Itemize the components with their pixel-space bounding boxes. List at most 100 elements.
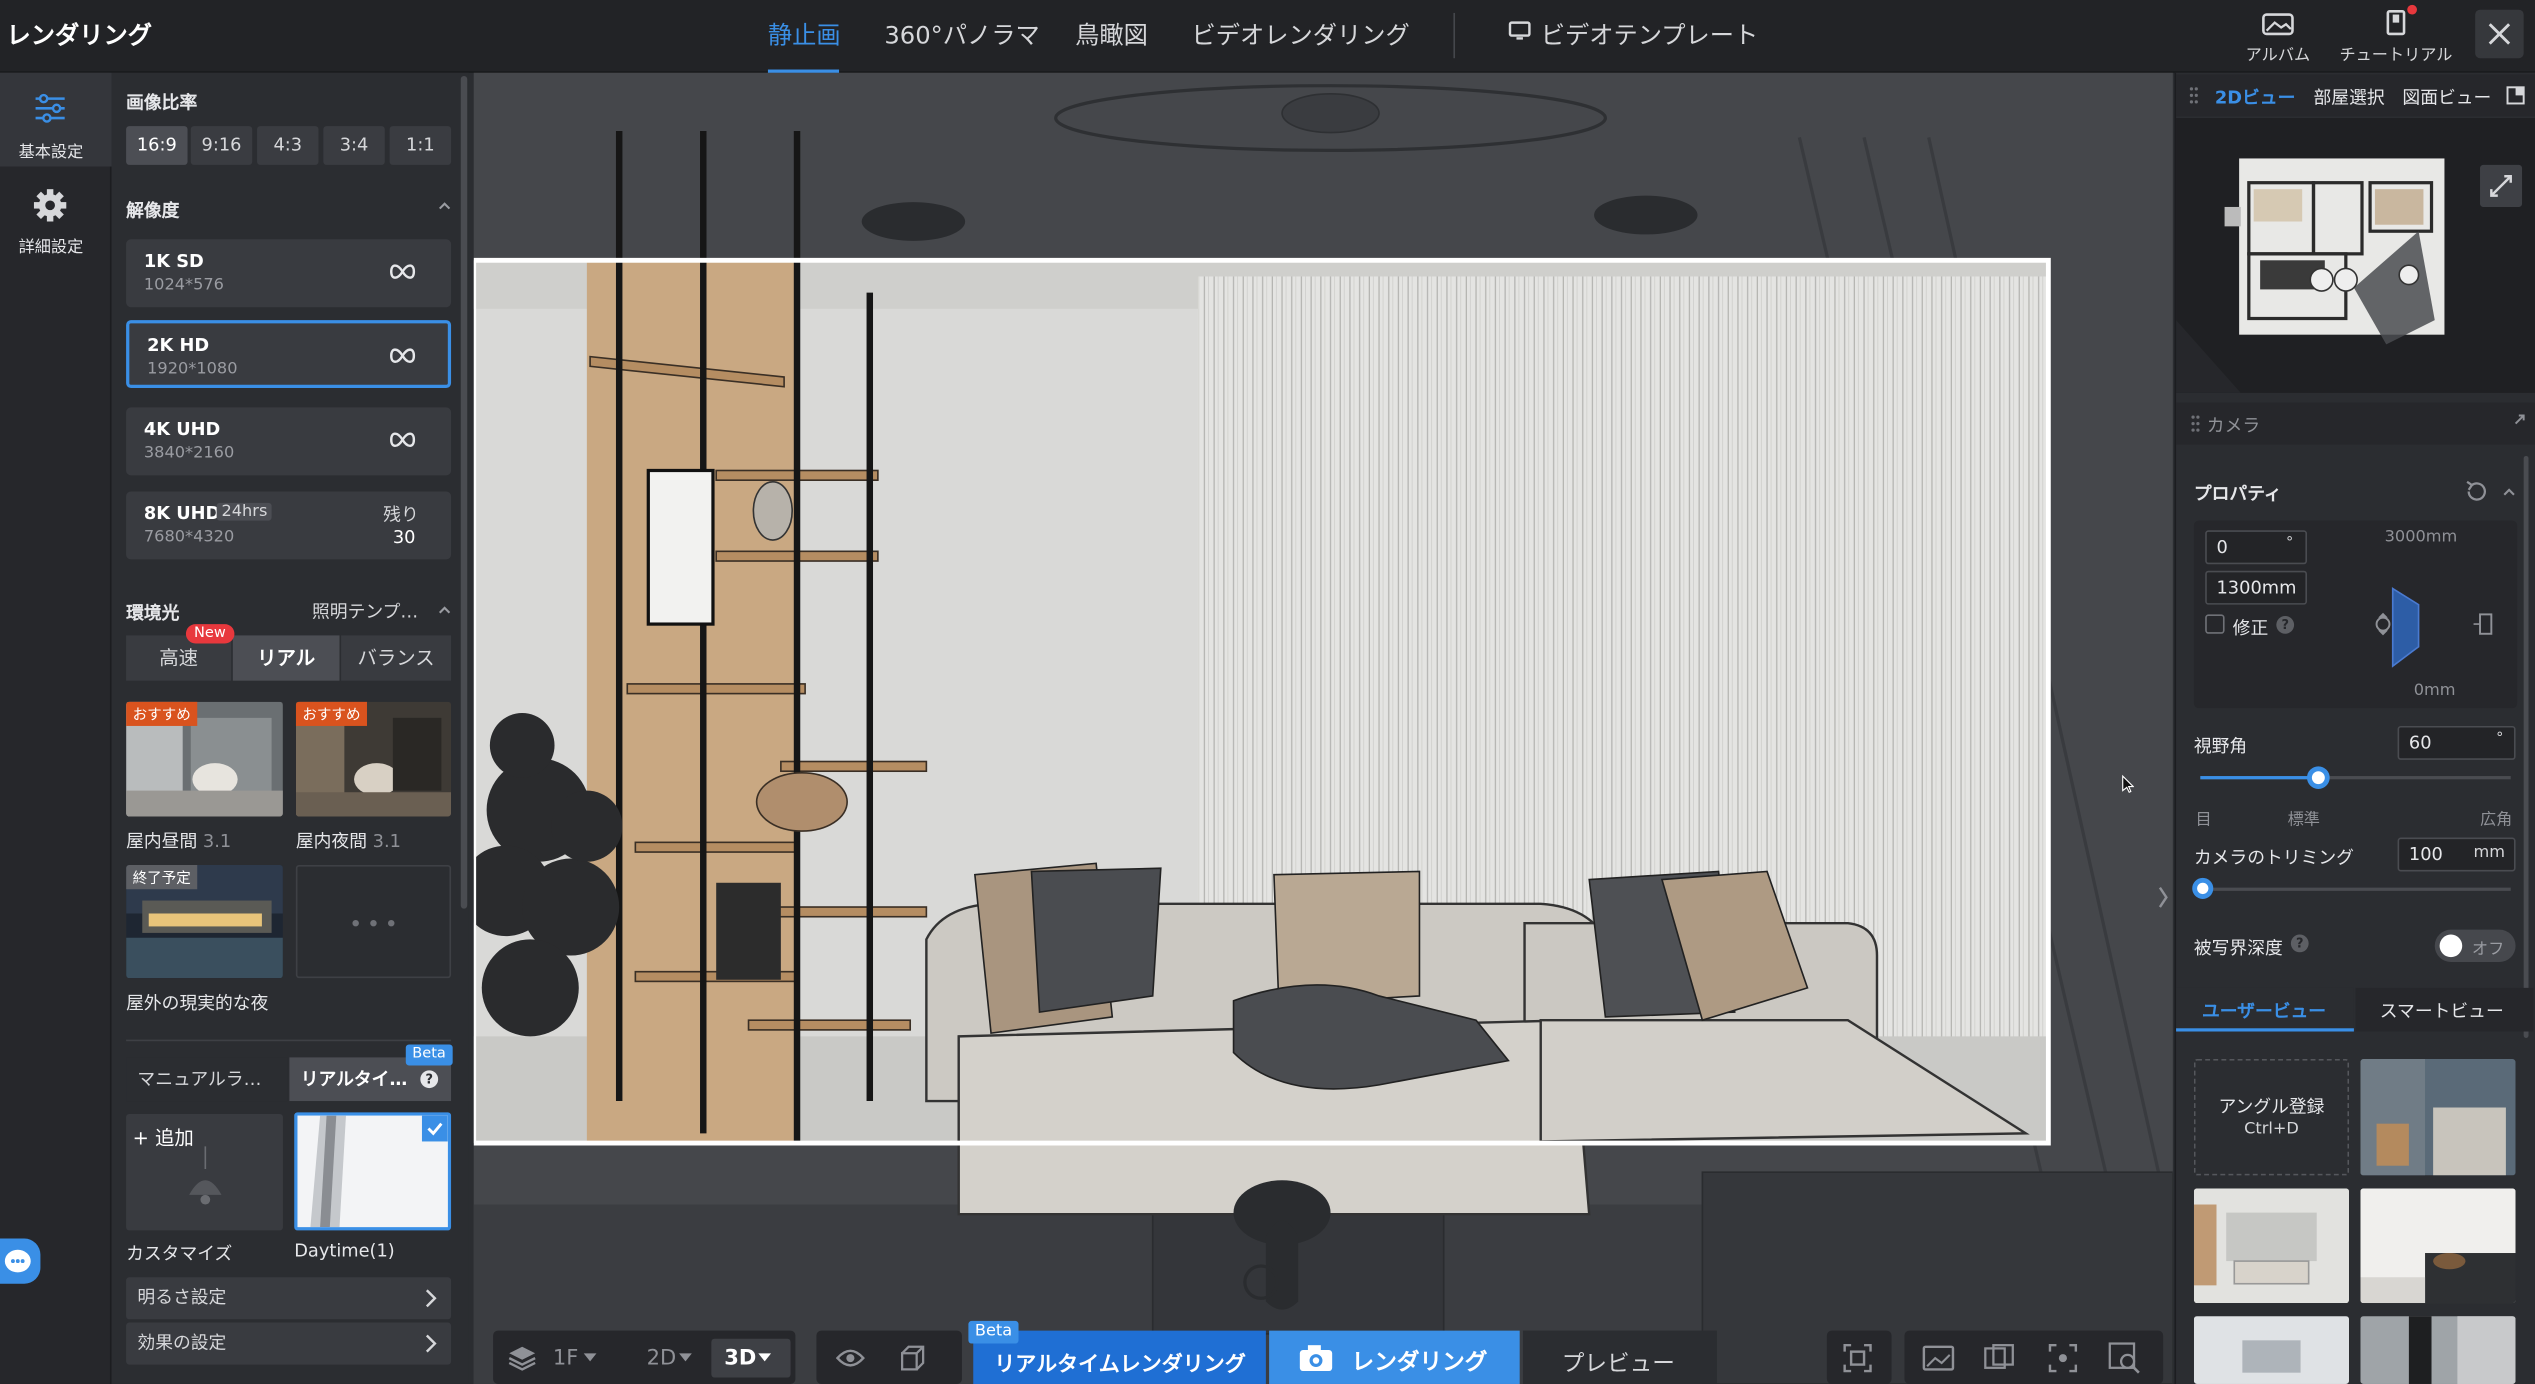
beta-badge: Beta — [405, 1044, 453, 1066]
mode-3d-label: 3D — [724, 1346, 757, 1372]
infinity-icon — [390, 432, 416, 448]
resolution-8k[interactable]: 8K UHD 24hrs 7680*4320 残り 30 — [126, 491, 452, 560]
env-title: 環境光 — [126, 603, 180, 625]
drag-handle-icon[interactable] — [2189, 86, 2199, 105]
saved-view-4[interactable] — [2193, 1316, 2350, 1384]
add-light-label[interactable]: + 追加 — [133, 1124, 194, 1151]
layers-icon[interactable] — [508, 1345, 537, 1371]
ratio-16-9[interactable]: 16:9 — [126, 126, 188, 165]
reset-icon[interactable] — [2465, 480, 2486, 501]
compare-icon[interactable] — [1982, 1344, 2014, 1373]
fov-slider[interactable] — [2200, 766, 2511, 789]
resolution-1k[interactable]: 1K SD 1024*576 — [126, 239, 452, 308]
effect-settings[interactable]: 効果の設定 — [126, 1322, 452, 1365]
tab-manual-light[interactable]: マニュアルラ… — [126, 1057, 288, 1102]
mode-balance[interactable]: バランス — [341, 635, 452, 681]
slider-handle[interactable] — [2192, 877, 2214, 899]
new-badge: New — [185, 624, 234, 644]
lighting-template-link[interactable]: 照明テンプ… — [312, 598, 418, 624]
chevron-down-icon — [679, 1353, 692, 1363]
focus-icon[interactable] — [2048, 1343, 2078, 1373]
saved-view-5[interactable] — [2360, 1316, 2516, 1384]
expand-icon[interactable] — [2508, 414, 2526, 432]
ratio-1-1[interactable]: 1:1 — [389, 126, 452, 165]
daytime-light-card[interactable] — [294, 1112, 452, 1231]
tab-2d-view[interactable]: 2Dビュー — [2215, 84, 2296, 110]
chevron-up-icon[interactable] — [437, 199, 453, 212]
image-icon[interactable] — [1922, 1345, 1955, 1371]
rail-advanced-label[interactable]: 詳細設定 — [0, 233, 107, 257]
close-button[interactable] — [2475, 9, 2524, 59]
aspect-title: 画像比率 — [126, 92, 198, 114]
panel-dock-icon[interactable] — [2506, 86, 2525, 105]
rail-basic-label[interactable]: 基本設定 — [0, 137, 107, 162]
chat-button[interactable] — [0, 1238, 41, 1284]
preset-outdoor-night[interactable]: 終了予定 — [126, 864, 283, 979]
infinity-icon — [390, 264, 416, 279]
slider-handle[interactable] — [2306, 766, 2330, 789]
album-icon[interactable] — [2262, 11, 2294, 37]
tab-panorama[interactable]: 360°パノラマ — [884, 18, 1039, 52]
ratio-9-16[interactable]: 9:16 — [190, 126, 253, 165]
chevron-down-icon — [758, 1353, 772, 1363]
chevron-down-icon — [583, 1353, 597, 1363]
pendant-lamp-icon — [189, 1146, 222, 1205]
more-presets[interactable] — [295, 864, 452, 979]
tab-room-select[interactable]: 部屋選択 — [2313, 84, 2384, 110]
eye-icon[interactable] — [835, 1347, 865, 1370]
mode-real[interactable]: リアル — [232, 635, 340, 681]
mode-2d-select[interactable]: 2D — [647, 1347, 677, 1371]
res-size: 1920*1080 — [147, 360, 238, 379]
preset-indoor-day[interactable]: おすすめ — [126, 701, 283, 817]
preset-indoor-night[interactable]: おすすめ — [295, 701, 452, 817]
ratio-4-3[interactable]: 4:3 — [257, 126, 319, 165]
tab-plan-view[interactable]: 図面ビュー — [2402, 84, 2491, 110]
minimap[interactable] — [2176, 118, 2535, 393]
saved-view-1[interactable] — [2360, 1059, 2516, 1176]
resolution-4k[interactable]: 4K UHD 3840*2160 — [126, 407, 452, 476]
dof-toggle[interactable]: オフ — [2434, 929, 2516, 962]
expand-map-button[interactable] — [2480, 164, 2523, 207]
fix-checkbox[interactable] — [2205, 614, 2225, 634]
fov-unit: ° — [2496, 730, 2504, 747]
zoom-frame-icon[interactable] — [2108, 1342, 2140, 1374]
panel-scrollbar[interactable] — [460, 75, 468, 909]
drag-handle-icon[interactable] — [2191, 414, 2201, 433]
floor-select[interactable]: 1F — [553, 1347, 578, 1371]
frame-select-icon[interactable] — [1843, 1343, 1872, 1373]
resolution-2k[interactable]: 2K HD 1920*1080 — [126, 320, 452, 389]
height-input[interactable]: 1300mm — [2205, 570, 2308, 605]
brightness-settings[interactable]: 明るさ設定 — [126, 1277, 452, 1320]
tab-still-image[interactable]: 静止画 — [768, 18, 841, 52]
album-label[interactable]: アルバム — [2242, 40, 2313, 65]
book-icon[interactable] — [2383, 10, 2409, 39]
camera-height-gizmo[interactable] — [2370, 576, 2499, 670]
tab-video-template[interactable]: ビデオテンプレート — [1541, 18, 1759, 52]
saved-view-2[interactable] — [2193, 1188, 2350, 1304]
tab-birdseye[interactable]: 鳥瞰図 — [1075, 18, 1148, 52]
fov-tick-wide: 広角 — [2480, 811, 2513, 830]
help-icon[interactable]: ? — [2276, 616, 2295, 634]
effect-label: 効果の設定 — [137, 1332, 227, 1354]
trim-slider[interactable] — [2192, 877, 2511, 899]
max-height-label: 3000mm — [2384, 528, 2458, 547]
help-icon[interactable]: ? — [420, 1070, 439, 1089]
chevron-up-icon[interactable] — [2501, 485, 2517, 498]
saved-view-3[interactable] — [2360, 1188, 2516, 1304]
custom-light-card[interactable]: + 追加 — [126, 1113, 283, 1231]
beta-badge: Beta — [968, 1320, 1019, 1344]
collapse-right-panel-button[interactable] — [2155, 873, 2171, 922]
ratio-3-4[interactable]: 3:4 — [323, 126, 385, 165]
render-label: レンダリング — [1351, 1350, 1488, 1376]
cube-icon[interactable] — [897, 1344, 926, 1373]
chevron-up-icon[interactable] — [437, 603, 453, 616]
slider-track — [2200, 887, 2511, 891]
tutorial-label[interactable]: チュートリアル — [2338, 40, 2454, 65]
tab-video-rendering[interactable]: ビデオレンダリング — [1192, 18, 1410, 52]
panel-scrollbar[interactable] — [2523, 455, 2529, 1038]
fov-label: 視野角 — [2193, 735, 2248, 757]
render-viewport[interactable] — [473, 72, 2173, 1384]
help-icon[interactable]: ? — [2290, 934, 2309, 953]
register-angle-button[interactable]: アングル登録 Ctrl+D — [2193, 1059, 2350, 1176]
gear-icon[interactable] — [32, 188, 68, 224]
